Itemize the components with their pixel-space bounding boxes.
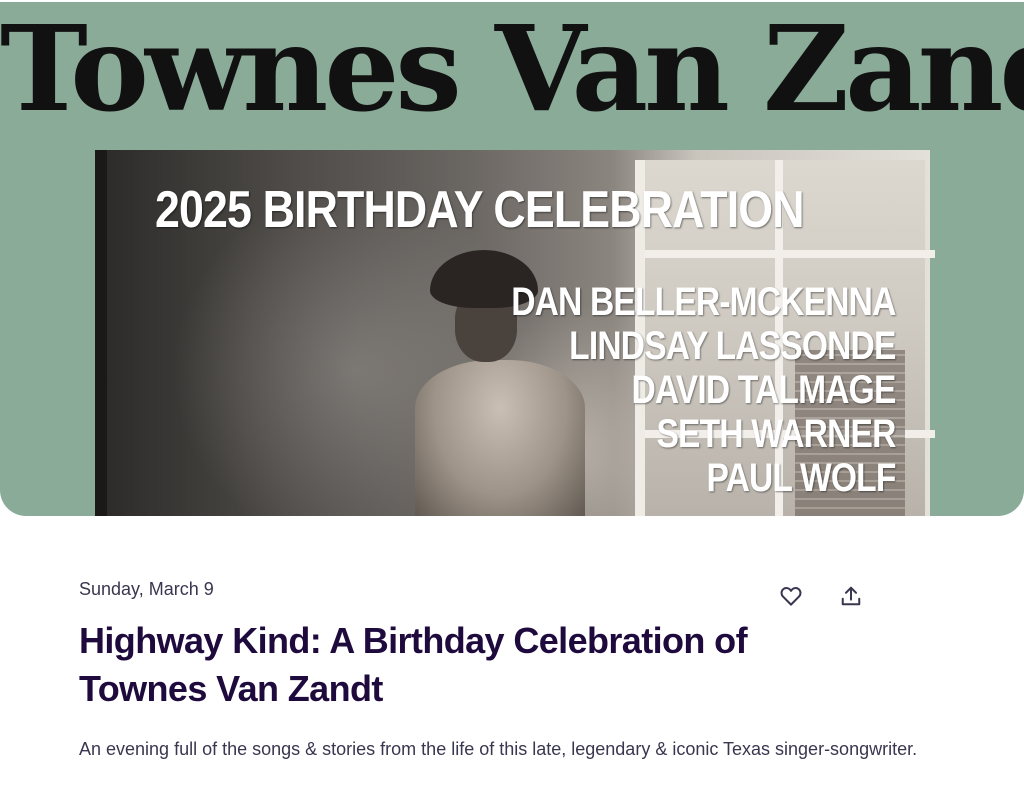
event-hero-image: Townes Van Zandt 2025 BIRTHDAY CELEBRATI…: [0, 2, 1024, 516]
hero-heading: 2025 BIRTHDAY CELEBRATION: [155, 181, 804, 239]
hero-title-text: Townes Van Zandt: [0, 2, 1024, 138]
performer-name: DAN BELLER-MCKENNA: [511, 280, 897, 324]
hero-photo: 2025 BIRTHDAY CELEBRATION DAN BELLER-MCK…: [95, 150, 935, 516]
share-button[interactable]: [833, 578, 869, 614]
photo-border: [95, 150, 107, 516]
performer-name: LINDSAY LASSONDE: [569, 324, 897, 368]
like-button[interactable]: [773, 578, 809, 614]
heart-icon: [780, 587, 802, 606]
window-frame: [645, 250, 935, 258]
performer-name: DAVID TALMAGE: [631, 368, 897, 412]
event-date: Sunday, March 9: [79, 579, 214, 599]
performer-list: DAN BELLER-MCKENNA LINDSAY LASSONDE DAVI…: [438, 280, 897, 500]
performer-name: PAUL WOLF: [706, 456, 897, 500]
share-icon: [841, 586, 861, 606]
event-title: Highway Kind: A Birthday Celebration of …: [79, 620, 748, 709]
performer-name: SETH WARNER: [656, 412, 897, 456]
event-summary: An evening full of the songs & stories f…: [79, 739, 918, 759]
